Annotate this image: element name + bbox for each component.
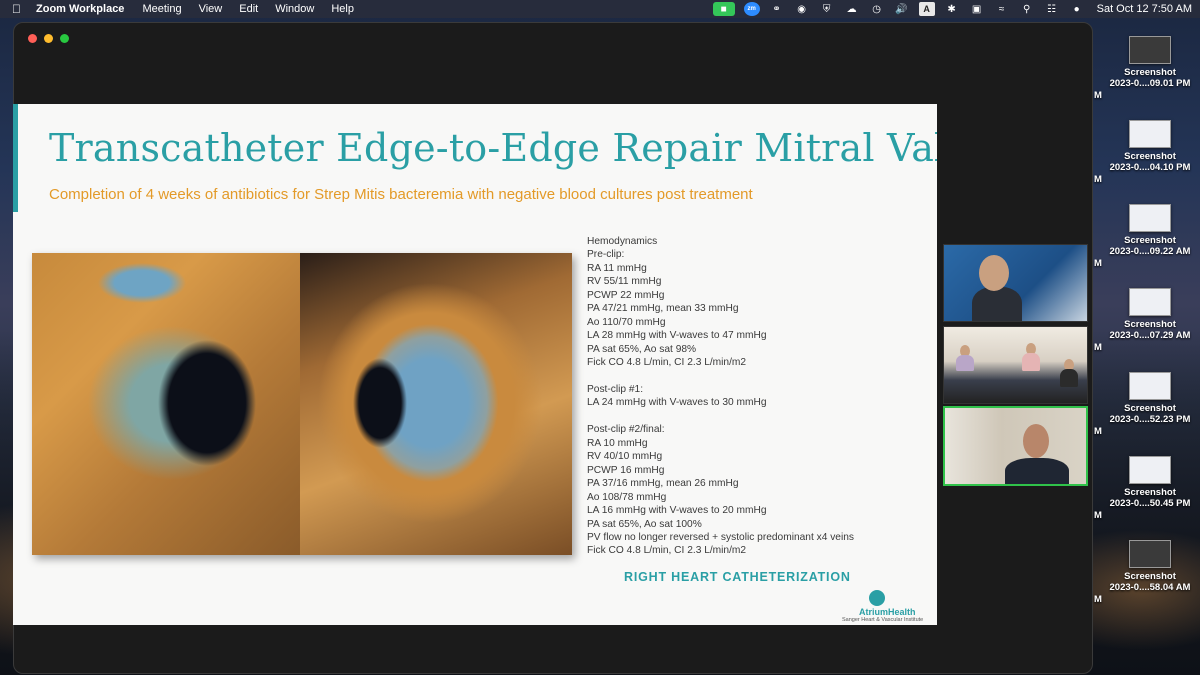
file-name: Screenshot — [1124, 403, 1176, 414]
zoom-icon[interactable]: zm — [743, 2, 760, 16]
atrium-logo-sub: Sanger Heart & Vascular Institute — [842, 617, 924, 623]
participant-video-1[interactable] — [943, 244, 1088, 322]
file-date: 2023-0....09.01 PM — [1109, 78, 1191, 89]
desktop-file-screenshot-1[interactable]: Screenshot 2023-0....09.01 PM — [1100, 36, 1200, 89]
participant-body — [1022, 353, 1040, 371]
file-name: Screenshot — [1124, 67, 1176, 78]
globe-icon[interactable]: ◉ — [794, 2, 810, 16]
control-center-icon[interactable]: ☷ — [1044, 2, 1060, 16]
shield-icon[interactable]: ⛨ — [819, 2, 835, 16]
menubar-clock[interactable]: Sat Oct 12 7:50 AM — [1097, 3, 1192, 15]
battery-icon[interactable]: ▣ — [969, 2, 985, 16]
file-date: 2023-0....04.10 PM — [1109, 162, 1191, 173]
menu-bar:  Zoom Workplace Meeting View Edit Windo… — [0, 0, 1200, 18]
desktop-file-label-fragment: M — [1094, 342, 1102, 353]
echo-3d-image — [32, 253, 572, 555]
apple-icon[interactable]:  — [12, 2, 26, 16]
desktop-file-label-fragment: M — [1094, 426, 1102, 437]
desktop-file-screenshot-2[interactable]: Screenshot 2023-0....04.10 PM — [1100, 120, 1200, 173]
menu-window[interactable]: Window — [275, 3, 314, 15]
volume-icon[interactable]: 🔊 — [894, 2, 910, 16]
participant-body — [1005, 458, 1069, 484]
participant-body — [1060, 369, 1078, 387]
section-label: RIGHT HEART CATHETERIZATION — [624, 570, 851, 584]
keyboard-icon[interactable]: A — [918, 2, 935, 16]
desktop-file-screenshot-7[interactable]: Screenshot 2023-0....58.04 AM — [1100, 540, 1200, 593]
file-date: 2023-0....58.04 AM — [1109, 582, 1191, 593]
file-thumbnail-icon — [1129, 288, 1171, 316]
creative-cloud-icon[interactable]: ⚭ — [769, 2, 785, 16]
file-date: 2023-0....07.29 AM — [1109, 330, 1191, 341]
file-thumbnail-icon — [1129, 372, 1171, 400]
siri-icon[interactable]: ● — [1069, 2, 1085, 16]
menu-help[interactable]: Help — [331, 3, 354, 15]
search-icon[interactable]: ⚲ — [1019, 2, 1035, 16]
slide-subtitle: Completion of 4 weeks of antibiotics for… — [49, 186, 753, 203]
file-name: Screenshot — [1124, 235, 1176, 246]
file-name: Screenshot — [1124, 319, 1176, 330]
desktop-file-screenshot-5[interactable]: Screenshot 2023-0....52.23 PM — [1100, 372, 1200, 425]
participant-video-active-speaker[interactable] — [943, 406, 1088, 486]
status-area: ■ zm ⚭ ◉ ⛨ ☁ ◷ 🔊 A ✱ ▣ ≈ ⚲ ☷ ● Sat Oct 1… — [704, 0, 1192, 18]
participant-video-2[interactable] — [943, 326, 1088, 404]
file-date: 2023-0....52.23 PM — [1109, 414, 1191, 425]
wifi-icon[interactable]: ≈ — [994, 2, 1010, 16]
cloud-icon[interactable]: ☁ — [844, 2, 860, 16]
desktop-file-screenshot-4[interactable]: Screenshot 2023-0....07.29 AM — [1100, 288, 1200, 341]
clock-icon[interactable]: ◷ — [869, 2, 885, 16]
file-name: Screenshot — [1124, 571, 1176, 582]
file-name: Screenshot — [1124, 151, 1176, 162]
participant-body — [972, 287, 1022, 321]
slide-title: Transcatheter Edge-to-Edge Repair Mitral… — [49, 126, 937, 170]
participant-head — [1023, 424, 1049, 458]
minimize-window-button[interactable] — [44, 34, 53, 43]
menu-view[interactable]: View — [199, 3, 223, 15]
slide-accent-bar — [13, 104, 18, 212]
hemodynamics-text: Hemodynamics Pre-clip: RA 11 mmHg RV 55/… — [587, 236, 854, 557]
zoom-window-button[interactable] — [60, 34, 69, 43]
file-thumbnail-icon — [1129, 36, 1171, 64]
file-date: 2023-0....50.45 PM — [1109, 498, 1191, 509]
participant-body — [956, 355, 974, 371]
echo-image-pre-clip — [32, 253, 300, 555]
participant-head — [979, 255, 1009, 291]
file-name: Screenshot — [1124, 487, 1176, 498]
desktop-file-label-fragment: M — [1094, 90, 1102, 101]
desktop-file-label-fragment: M — [1094, 594, 1102, 605]
file-date: 2023-0....09.22 AM — [1109, 246, 1191, 257]
desktop-file-label-fragment: M — [1094, 510, 1102, 521]
close-window-button[interactable] — [28, 34, 37, 43]
desktop-file-label-fragment: M — [1094, 174, 1102, 185]
desktop-file-screenshot-3[interactable]: Screenshot 2023-0....09.22 AM — [1100, 204, 1200, 257]
file-thumbnail-icon — [1129, 456, 1171, 484]
file-thumbnail-icon — [1129, 120, 1171, 148]
shared-slide: Transcatheter Edge-to-Edge Repair Mitral… — [13, 104, 937, 625]
desktop-file-screenshot-6[interactable]: Screenshot 2023-0....50.45 PM — [1100, 456, 1200, 509]
zoom-video-icon[interactable]: ■ — [712, 2, 735, 16]
atrium-logo-icon — [869, 590, 885, 606]
file-thumbnail-icon — [1129, 540, 1171, 568]
menu-app-name[interactable]: Zoom Workplace — [36, 3, 124, 15]
bluetooth-icon[interactable]: ✱ — [944, 2, 960, 16]
echo-image-post-clip — [300, 253, 572, 555]
atrium-logo-name: AtriumHealth — [859, 607, 916, 617]
menu-meeting[interactable]: Meeting — [142, 3, 181, 15]
menu-edit[interactable]: Edit — [239, 3, 258, 15]
desktop-file-label-fragment: M — [1094, 258, 1102, 269]
file-thumbnail-icon — [1129, 204, 1171, 232]
